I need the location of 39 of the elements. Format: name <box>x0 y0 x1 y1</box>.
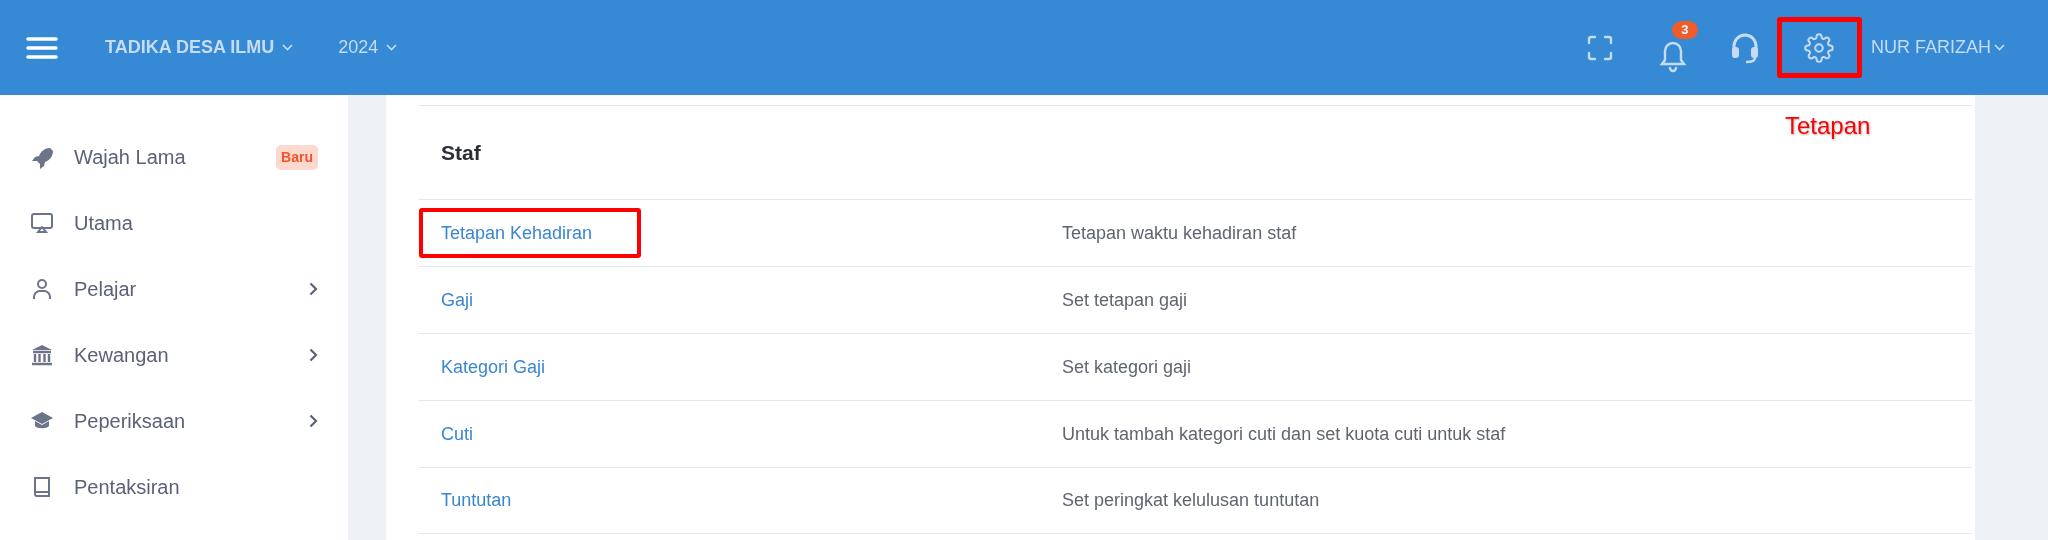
fullscreen-icon <box>1587 34 1613 61</box>
settings-link[interactable]: Tuntutan <box>419 475 641 526</box>
screen-icon <box>30 211 54 235</box>
sidebar-item[interactable]: Pelajar <box>0 256 348 322</box>
setting-description: Set kategori gaji <box>1062 355 1192 379</box>
setting-description: Set tetapan gaji <box>1062 288 1188 312</box>
setting-description: Tetapan waktu kehadiran staf <box>1062 221 1297 245</box>
chevron-down-icon <box>1994 44 2005 51</box>
annotation-label: Tetapan <box>1785 111 1871 141</box>
new-badge: Baru <box>276 144 318 170</box>
bank-icon <box>30 343 54 367</box>
chevron-right-icon <box>309 414 318 428</box>
chevron-right-icon <box>309 282 318 296</box>
person-icon <box>30 277 54 301</box>
settings-button[interactable] <box>1777 17 1862 78</box>
chevron-down-icon <box>386 44 398 51</box>
sidebar-item[interactable]: Kewangan <box>0 322 348 388</box>
settings-link[interactable]: Tetapan Kehadiran <box>419 208 641 258</box>
sidebar-item[interactable]: Wajah Lama Baru <box>0 124 348 190</box>
chevron-down-icon <box>282 44 294 51</box>
setting-description: Untuk tambah kategori cuti dan set kuota cuti untuk staf <box>1062 422 1506 446</box>
settings-icon <box>1804 32 1835 63</box>
settings-link[interactable]: Gaji <box>419 275 641 325</box>
rocket-icon <box>30 145 54 169</box>
sidebar-item[interactable]: Utama <box>0 190 348 256</box>
headset-icon <box>1730 31 1760 64</box>
chevron-right-icon <box>309 348 318 362</box>
school-dropdown[interactable]: TADIKA DESA ILMU <box>105 34 294 61</box>
user-menu[interactable]: NUR FARIZAH <box>1871 34 2005 61</box>
notification-count: 3 <box>1672 20 1698 39</box>
sidebar-item[interactable]: Pentaksiran <box>0 454 348 520</box>
settings-link[interactable]: Kategori Gaji <box>419 342 641 392</box>
section-title: Staf <box>441 139 481 166</box>
sidebar-item[interactable]: Peperiksaan <box>0 388 348 454</box>
settings-link[interactable]: Cuti <box>419 409 641 459</box>
year-dropdown[interactable]: 2024 <box>338 34 398 61</box>
menu-button[interactable] <box>26 35 58 60</box>
setting-description: Set peringkat kelulusan tuntutan <box>1062 489 1320 512</box>
menu-icon <box>26 36 58 59</box>
